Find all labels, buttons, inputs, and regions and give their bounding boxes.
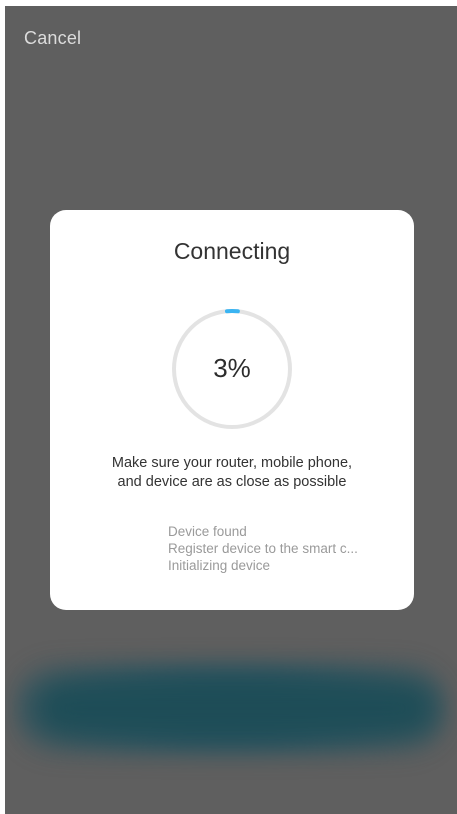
app-screen: Cancel Connecting 3% Make sure your rout… bbox=[5, 6, 457, 814]
hint-line-2: and device are as close as possible bbox=[117, 474, 347, 490]
cancel-button[interactable]: Cancel bbox=[24, 28, 81, 49]
connecting-dialog: Connecting 3% Make sure your router, mob… bbox=[50, 210, 414, 610]
step-item: Register device to the smart c... bbox=[168, 541, 358, 556]
proximity-hint: Make sure your router, mobile phone, and… bbox=[70, 454, 394, 492]
blurred-action-button-core bbox=[35, 681, 435, 736]
hint-line-1: Make sure your router, mobile phone, bbox=[111, 455, 353, 471]
step-item: Initializing device bbox=[168, 558, 271, 573]
connection-steps: Device found Register device to the smar… bbox=[168, 523, 378, 574]
step-item: Device found bbox=[168, 524, 247, 539]
dialog-title: Connecting bbox=[173, 238, 291, 264]
progress-percent-label: 3% bbox=[213, 353, 251, 383]
progress-ring: 3% bbox=[170, 307, 294, 431]
